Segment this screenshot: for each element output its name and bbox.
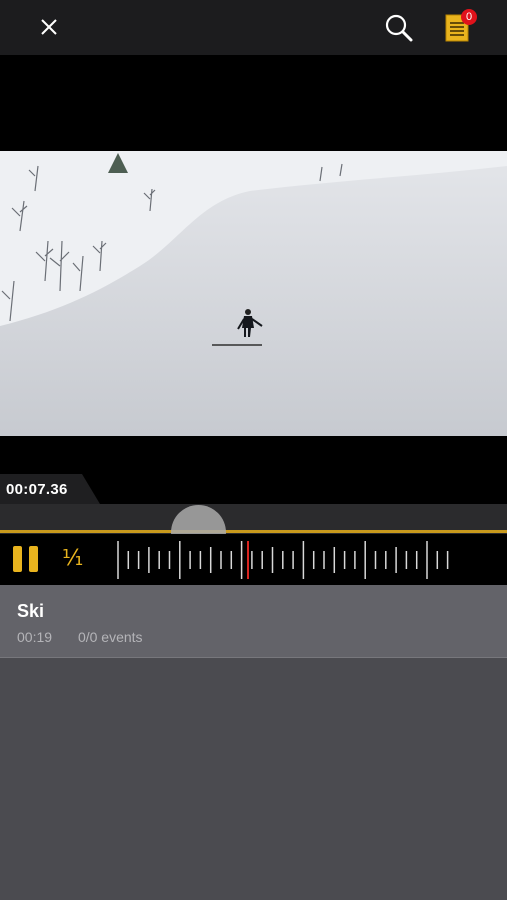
pause-button[interactable] <box>11 546 41 574</box>
clip-meta: 00:19 0/0 events <box>17 629 165 645</box>
pause-icon-bar <box>29 546 38 572</box>
clip-events: 0/0 events <box>77 629 143 645</box>
progress-line <box>0 530 507 533</box>
top-toolbar: 0 <box>0 0 507 55</box>
video-player[interactable] <box>0 55 507 505</box>
close-icon <box>41 19 57 35</box>
notes-count-badge: 0 <box>461 9 477 25</box>
current-timecode: 00:07.36 <box>6 481 68 498</box>
clip-info-panel[interactable] <box>0 585 507 657</box>
playback-speed-button[interactable]: ¹⁄₁ <box>62 546 83 571</box>
empty-list-area <box>0 658 507 900</box>
search-icon <box>385 14 413 42</box>
video-frame <box>0 151 507 436</box>
search-button[interactable] <box>383 12 415 44</box>
clip-title: Ski <box>17 601 45 621</box>
clip-duration: 00:19 <box>17 629 53 645</box>
frame-ruler[interactable] <box>110 538 450 582</box>
pause-icon <box>13 546 22 572</box>
close-button[interactable] <box>36 14 62 40</box>
